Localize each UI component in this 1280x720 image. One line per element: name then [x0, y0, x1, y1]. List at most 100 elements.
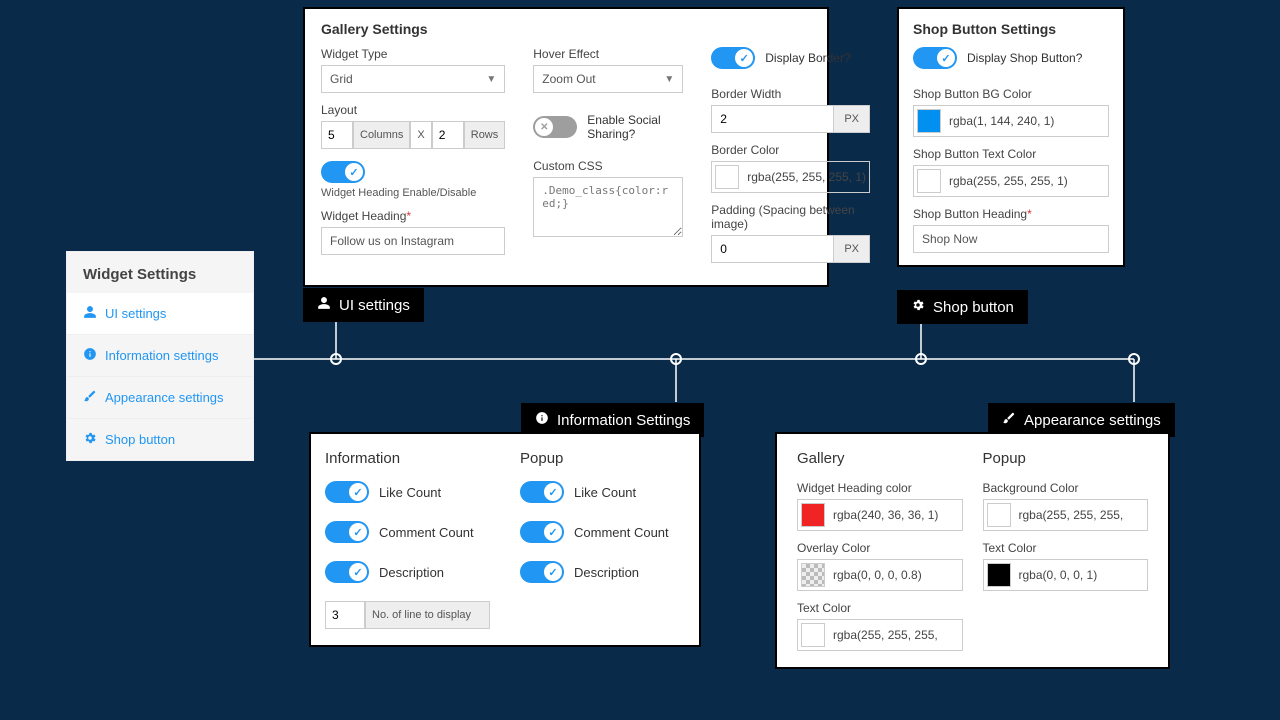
custom-css-textarea[interactable]: .Demo_class{color:red;} [533, 177, 683, 237]
display-shop-button-label: Display Shop Button? [967, 51, 1082, 65]
color-value: rgba(240, 36, 36, 1) [833, 508, 959, 522]
panel-title: Shop Button Settings [913, 21, 1109, 37]
border-width-input[interactable] [712, 106, 833, 132]
information-section-title: Information [325, 450, 490, 467]
sidebar-item-ui-settings[interactable]: UI settings [67, 293, 253, 335]
color-value: rgba(0, 0, 0, 0.8) [833, 568, 959, 582]
lines-to-display-label: No. of line to display [365, 601, 490, 629]
custom-css-label: Custom CSS [533, 159, 683, 173]
sidebar-item-appearance-settings[interactable]: Appearance settings [67, 377, 253, 419]
shop-heading-input[interactable] [913, 225, 1109, 253]
popup-like-count-toggle[interactable] [520, 481, 564, 503]
popup-bg-color-input[interactable]: rgba(255, 255, 255, [983, 499, 1149, 531]
widget-type-label: Widget Type [321, 47, 505, 61]
info-circle-icon [535, 411, 549, 429]
padding-input[interactable] [712, 236, 833, 262]
color-value: rgba(255, 255, 255, [1019, 508, 1145, 522]
layout-cols-input[interactable] [321, 121, 353, 149]
information-settings-panel: Information Like Count Comment Count Des… [309, 432, 701, 647]
popup-comment-count-toggle[interactable] [520, 521, 564, 543]
popup-section-title: Popup [520, 450, 685, 467]
shop-bg-color-input[interactable]: rgba(1, 144, 240, 1) [913, 105, 1109, 137]
border-color-label: Border Color [711, 143, 870, 157]
person-icon [83, 305, 97, 322]
color-value: rgba(255, 255, 255, 1) [949, 174, 1105, 188]
color-value: rgba(0, 0, 0, 1) [1019, 568, 1145, 582]
shop-button-settings-panel: Shop Button Settings Display Shop Button… [897, 7, 1125, 267]
popup-text-color-input[interactable]: rgba(0, 0, 0, 1) [983, 559, 1149, 591]
toggle-label: Like Count [574, 485, 636, 500]
padding-label: Padding (Spacing between image) [711, 203, 870, 231]
hover-effect-select[interactable]: Zoom Out ▼ [533, 65, 683, 93]
chevron-down-icon: ▼ [486, 74, 496, 85]
sidebar-item-information-settings[interactable]: Information settings [67, 335, 253, 377]
appearance-settings-panel: Gallery Widget Heading color rgba(240, 3… [775, 432, 1170, 669]
layout-x-label: X [410, 121, 431, 149]
tag-label: Appearance settings [1024, 412, 1161, 429]
widget-settings-sidebar: Widget Settings UI settings Information … [66, 251, 254, 461]
color-value: rgba(255, 255, 255, [833, 628, 959, 642]
gallery-text-color-input[interactable]: rgba(255, 255, 255, [797, 619, 963, 651]
popup-description-toggle[interactable] [520, 561, 564, 583]
layout-cols-label: Columns [353, 121, 410, 149]
toggle-label: Description [379, 565, 444, 580]
layout-label: Layout [321, 103, 505, 117]
person-icon [317, 296, 331, 314]
shop-text-color-input[interactable]: rgba(255, 255, 255, 1) [913, 165, 1109, 197]
toggle-label: Comment Count [574, 525, 669, 540]
sidebar-item-label: Appearance settings [105, 390, 224, 405]
info-comment-count-toggle[interactable] [325, 521, 369, 543]
color-swatch [801, 503, 825, 527]
border-width-label: Border Width [711, 87, 870, 101]
tag-label: UI settings [339, 297, 410, 314]
heading-color-input[interactable]: rgba(240, 36, 36, 1) [797, 499, 963, 531]
overlay-color-input[interactable]: rgba(0, 0, 0, 0.8) [797, 559, 963, 591]
popup-text-color-label: Text Color [983, 541, 1149, 555]
gallery-section-title: Gallery [797, 450, 963, 467]
info-circle-icon [83, 347, 97, 364]
color-value: rgba(255, 255, 255, 1) [747, 170, 866, 184]
info-description-toggle[interactable] [325, 561, 369, 583]
hover-effect-label: Hover Effect [533, 47, 683, 61]
color-swatch [987, 563, 1011, 587]
widget-heading-toggle-label: Widget Heading Enable/Disable [321, 187, 505, 199]
display-border-toggle[interactable] [711, 47, 755, 69]
layout-rows-input[interactable] [432, 121, 464, 149]
select-value: Grid [330, 72, 353, 86]
color-swatch [801, 623, 825, 647]
brush-icon [83, 389, 97, 406]
sidebar-item-shop-button[interactable]: Shop button [67, 419, 253, 460]
tag-label: Information Settings [557, 412, 690, 429]
popup-section-title: Popup [983, 450, 1149, 467]
select-value: Zoom Out [542, 72, 595, 86]
color-swatch [987, 503, 1011, 527]
shop-heading-label: Shop Button Heading* [913, 207, 1109, 221]
toggle-label: Description [574, 565, 639, 580]
sidebar-item-label: Shop button [105, 432, 175, 447]
shop-bg-label: Shop Button BG Color [913, 87, 1109, 101]
color-swatch [917, 109, 941, 133]
popup-bg-color-label: Background Color [983, 481, 1149, 495]
panel-title: Gallery Settings [321, 21, 811, 37]
layout-rows-label: Rows [464, 121, 506, 149]
widget-heading-toggle[interactable] [321, 161, 365, 183]
gallery-settings-panel: Gallery Settings Widget Type Grid ▼ Layo… [303, 7, 829, 287]
widget-type-select[interactable]: Grid ▼ [321, 65, 505, 93]
chevron-down-icon: ▼ [664, 74, 674, 85]
color-swatch [917, 169, 941, 193]
toggle-label: Like Count [379, 485, 441, 500]
gear-icon [83, 431, 97, 448]
lines-to-display-input[interactable] [325, 601, 365, 629]
info-like-count-toggle[interactable] [325, 481, 369, 503]
tag-ui-settings: UI settings [303, 288, 424, 322]
tag-label: Shop button [933, 299, 1014, 316]
color-swatch [715, 165, 739, 189]
color-swatch [801, 563, 825, 587]
sidebar-item-label: UI settings [105, 306, 166, 321]
border-color-input[interactable]: rgba(255, 255, 255, 1) [711, 161, 870, 193]
widget-heading-input[interactable] [321, 227, 505, 255]
display-shop-button-toggle[interactable] [913, 47, 957, 69]
unit-px: PX [833, 236, 869, 262]
sidebar-item-label: Information settings [105, 348, 218, 363]
social-sharing-toggle[interactable] [533, 116, 577, 138]
